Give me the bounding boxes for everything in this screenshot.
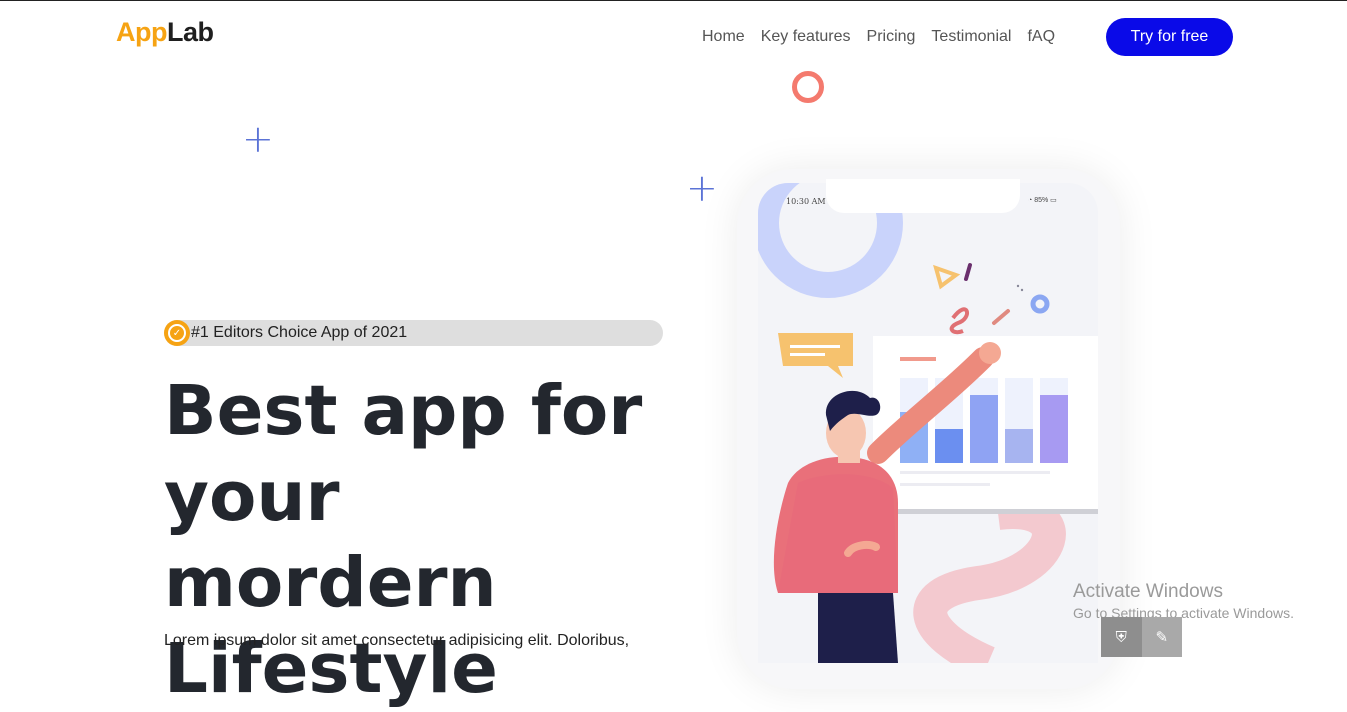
person-legs [818, 593, 898, 663]
badge-text: #1 Editors Choice App of 2021 [191, 324, 408, 341]
system-tray: ⛨ ✎ [1101, 617, 1182, 657]
nav-testimonial[interactable]: Testimonial [931, 28, 1011, 46]
phone-notch [826, 179, 1020, 213]
nav-key-features[interactable]: Key features [761, 28, 851, 46]
security-shield-icon[interactable]: ⛨ [1101, 617, 1142, 657]
logo-part-app: App [116, 17, 167, 47]
try-for-free-button[interactable]: Try for free [1106, 18, 1233, 56]
chart-bar [1005, 429, 1033, 463]
wifi-icon: ◔ [1028, 197, 1033, 204]
chart-bar [970, 395, 998, 463]
swoosh-decoration [913, 495, 1066, 663]
circle-shape [1030, 294, 1050, 314]
activate-windows-title: Activate Windows [1073, 581, 1223, 602]
editors-choice-badge: ✓ #1 Editors Choice App of 2021 [164, 320, 663, 346]
hero-description: Lorem ipsum dolor sit amet consectetur a… [164, 632, 630, 649]
chart-bar [935, 429, 963, 463]
phone-illustration [758, 183, 1098, 663]
ring-decoration [792, 71, 824, 103]
nav-pricing[interactable]: Pricing [867, 28, 916, 46]
logo-part-lab: Lab [166, 17, 214, 47]
plus-icon: + [242, 117, 274, 161]
phone-screen [758, 183, 1098, 663]
nav-faq[interactable]: fAQ [1027, 28, 1055, 46]
hero-title: Best app for your mordern Lifestyle [164, 368, 684, 712]
nav-home[interactable]: Home [702, 28, 745, 46]
phone-status-bar: ◔ 85% ▭ [1028, 196, 1057, 204]
battery-percent: 85% [1034, 197, 1049, 204]
plus-icon: + [686, 166, 718, 210]
hero-title-line-2: your mordern [164, 457, 497, 623]
main-nav: Home Key features Pricing Testimonial fA… [702, 28, 1071, 46]
pen-icon[interactable]: ✎ [1141, 617, 1182, 657]
logo[interactable]: AppLab [116, 17, 214, 48]
triangle-shape [933, 264, 961, 290]
battery-icon: ▭ [1050, 197, 1057, 204]
phone-time: 10:30 AM [786, 197, 826, 206]
check-circle-icon: ✓ [164, 320, 190, 346]
hero-title-line-1: Best app for [164, 371, 643, 451]
chart-bar [1040, 395, 1068, 463]
